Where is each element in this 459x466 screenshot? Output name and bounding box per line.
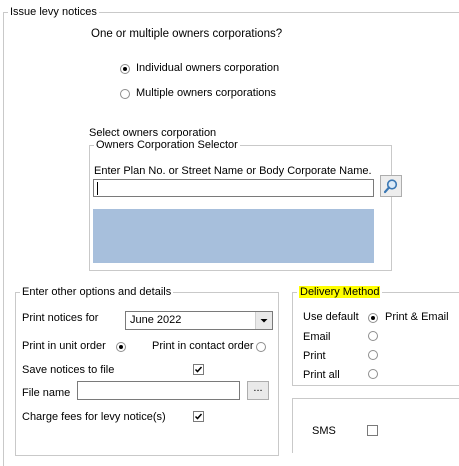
email-label[interactable]: Email [303, 331, 331, 343]
print-all-label[interactable]: Print all [303, 369, 340, 381]
unit-order-radio[interactable] [116, 342, 126, 352]
issue-levy-notices-legend: Issue levy notices [10, 6, 97, 18]
unit-order-label[interactable]: Print in unit order [22, 340, 106, 352]
checkmark-icon [194, 366, 203, 373]
magnifier-icon [383, 179, 398, 194]
sms-checkbox[interactable] [367, 425, 378, 436]
contact-order-radio[interactable] [256, 342, 266, 352]
use-default-label[interactable]: Use default [303, 311, 359, 323]
search-button[interactable] [380, 175, 402, 197]
multiple-owners-corporations-label[interactable]: Multiple owners corporations [136, 87, 276, 99]
file-name-input[interactable] [77, 381, 240, 400]
print-notices-for-select[interactable]: June 2022 [125, 311, 273, 330]
browse-button[interactable]: ... [247, 381, 269, 400]
delivery-method-legend-text: Delivery Method [299, 286, 381, 298]
print-notices-for-label: Print notices for [22, 312, 99, 324]
contact-order-label[interactable]: Print in contact order [152, 340, 254, 352]
charge-fees-checkbox[interactable] [193, 411, 204, 422]
delivery-method-legend: Delivery Method [297, 286, 382, 298]
text-cursor [97, 182, 98, 195]
print-label[interactable]: Print [303, 350, 326, 362]
save-notices-label[interactable]: Save notices to file [22, 364, 114, 376]
owners-corporation-search-input[interactable] [93, 179, 374, 197]
print-radio[interactable] [368, 350, 378, 360]
print-all-radio[interactable] [368, 369, 378, 379]
dropdown-button[interactable] [255, 312, 272, 329]
selector-prompt-label: Enter Plan No. or Street Name or Body Co… [94, 165, 372, 177]
individual-owners-corporation-radio[interactable] [120, 64, 130, 74]
chevron-down-icon [260, 319, 268, 323]
other-options-legend: Enter other options and details [22, 286, 172, 298]
print-email-label[interactable]: Print & Email [385, 311, 449, 323]
file-name-label: File name [22, 387, 71, 399]
owners-corporation-selector-legend: Owners Corporation Selector [96, 139, 238, 151]
print-notices-for-value: June 2022 [130, 314, 182, 326]
multiple-question-label: One or multiple owners corporations? [91, 28, 283, 40]
owners-corporation-results-list[interactable] [93, 209, 374, 263]
checkmark-icon [194, 413, 203, 420]
individual-owners-corporation-label[interactable]: Individual owners corporation [136, 62, 279, 74]
save-notices-checkbox[interactable] [193, 364, 204, 375]
charge-fees-label[interactable]: Charge fees for levy notice(s) [22, 411, 166, 423]
use-default-radio[interactable] [368, 313, 378, 323]
email-radio[interactable] [368, 331, 378, 341]
select-owners-corporation-heading: Select owners corporation [89, 127, 217, 139]
multiple-owners-corporations-radio[interactable] [120, 89, 130, 99]
sms-label[interactable]: SMS [312, 425, 336, 437]
